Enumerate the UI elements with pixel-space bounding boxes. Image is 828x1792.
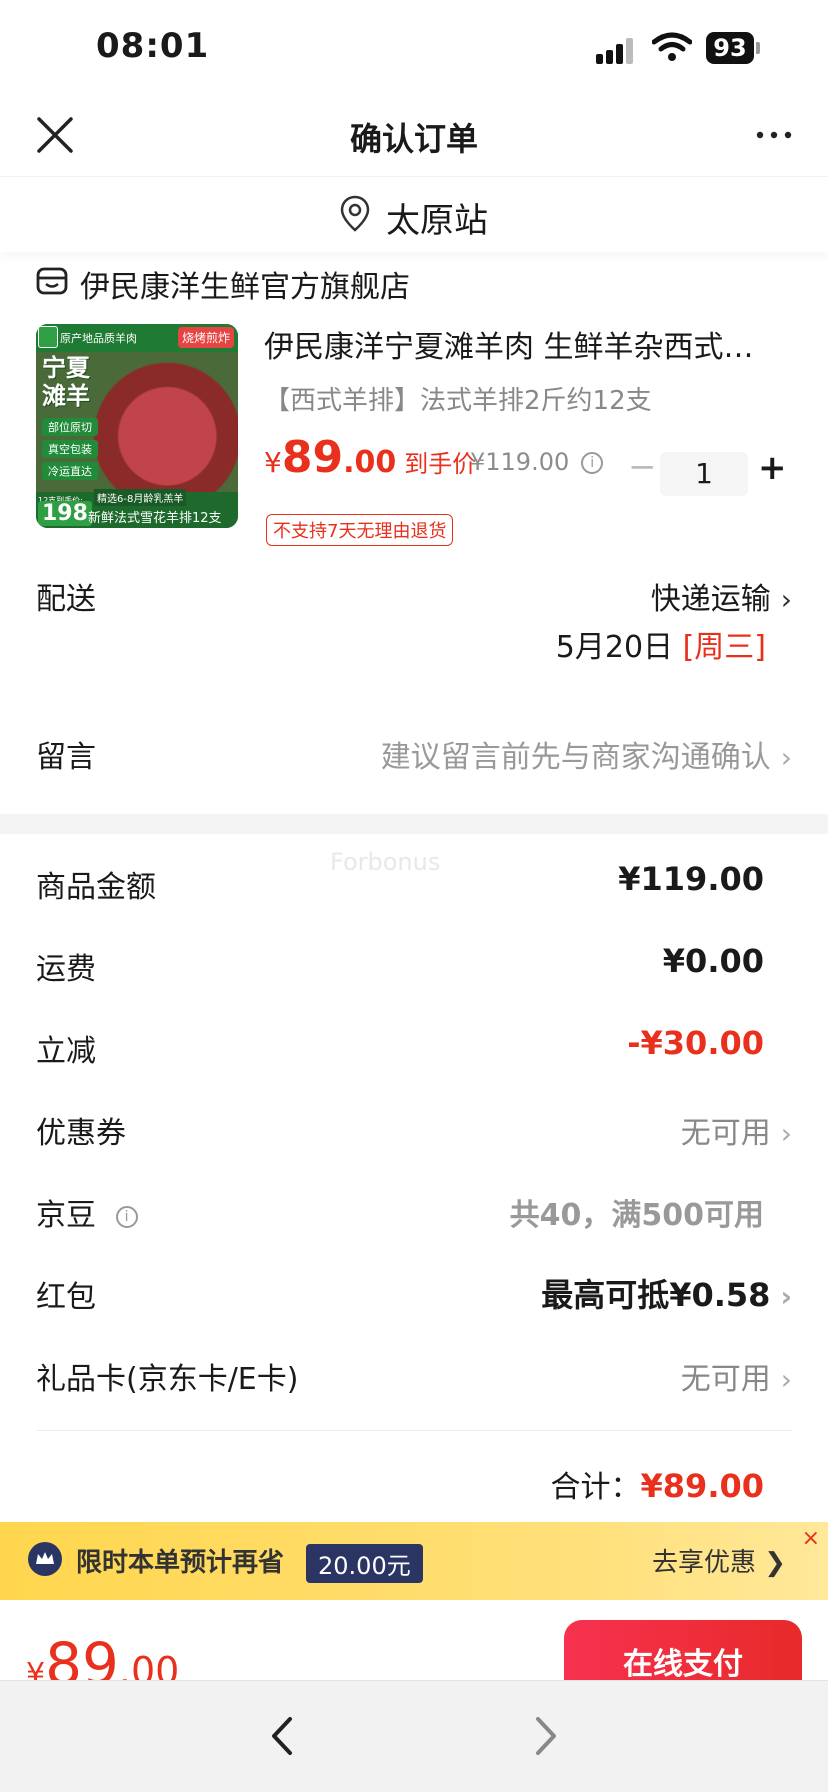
section-divider: [0, 814, 828, 834]
message-label: 留言: [36, 740, 96, 775]
image-chip: 部位原切: [42, 418, 98, 436]
coupon-label: 优惠券: [36, 1116, 126, 1151]
redpack-label: 红包: [36, 1280, 96, 1315]
total-amount: ¥89.00: [640, 1467, 764, 1505]
status-time: 08:01: [96, 26, 210, 66]
delivery-date[interactable]: 5月20日 [周三]: [556, 622, 766, 666]
back-arrow-icon[interactable]: [262, 1711, 302, 1761]
forward-arrow-icon[interactable]: [526, 1711, 566, 1761]
chevron-right-icon: ›: [780, 1363, 792, 1396]
crown-icon: [28, 1542, 62, 1576]
price-label: 到手价: [404, 450, 477, 478]
browser-toolbar: [0, 1680, 828, 1792]
discount-label: 立减: [36, 1034, 96, 1069]
giftcard-label: 礼品卡(京东卡/E卡): [36, 1362, 299, 1397]
chevron-right-icon: ›: [780, 1280, 792, 1313]
total-row: 合计：¥89.00: [550, 1467, 764, 1505]
jingdou-label: 京豆 i: [36, 1190, 138, 1234]
delivery-method[interactable]: 快递运输 ›: [651, 574, 792, 618]
image-bbq-tag: 烧烤煎炸: [177, 327, 234, 348]
shop-icon: [36, 267, 68, 295]
image-chip: 真空包装: [42, 440, 98, 458]
quantity-input[interactable]: 1: [660, 452, 748, 496]
freight-value: ¥0.00: [662, 942, 764, 980]
product-spec[interactable]: 【西式羊排】法式羊排2斤约12支: [264, 380, 652, 417]
goods-amount-value: ¥119.00: [618, 860, 764, 898]
goods-amount-label: 商品金额: [36, 870, 156, 905]
status-bar: 08:01 93: [0, 0, 828, 96]
wifi-icon: [652, 32, 692, 61]
message-input[interactable]: 建议留言前先与商家沟通确认 ›: [381, 732, 792, 776]
more-icon[interactable]: [754, 120, 794, 150]
battery-icon: 93: [706, 32, 760, 64]
product-price: ¥89.00 到手价: [264, 432, 477, 483]
image-selected-text: 精选6-8月龄乳羔羊: [94, 489, 187, 506]
address-bar[interactable]: 太原站: [0, 176, 828, 252]
promo-action-link[interactable]: 去享优惠 ❯: [652, 1542, 786, 1579]
watermark: Forbonus: [330, 848, 441, 876]
freight-label: 运费: [36, 952, 96, 987]
info-icon[interactable]: i: [115, 1205, 138, 1228]
shop-name: 伊民康洋生鲜官方旗舰店: [80, 270, 410, 305]
chevron-right-icon: ›: [780, 1117, 792, 1150]
brand-logo: [38, 326, 58, 348]
divider: [36, 1430, 792, 1431]
address-name: 太原站: [386, 201, 488, 241]
cellular-signal-icon: [596, 36, 644, 64]
chevron-right-icon: ›: [780, 583, 792, 616]
close-icon[interactable]: ×: [802, 1526, 820, 1551]
coupon-row[interactable]: 无可用 ›: [681, 1108, 792, 1152]
nav-bar: 确认订单: [0, 96, 828, 176]
product-title[interactable]: 伊民康洋宁夏滩羊肉 生鲜羊杂西式…: [264, 322, 774, 366]
quantity-minus-button[interactable]: −: [628, 450, 657, 484]
promo-banner[interactable]: 限时本单预计再省 20.00元 去享优惠 ❯ ×: [0, 1522, 828, 1600]
redpack-row[interactable]: 最高可抵¥0.58 ›: [541, 1270, 792, 1316]
image-headline: 宁夏滩羊: [42, 354, 90, 410]
image-origin-text: 原产地品质羊肉: [60, 332, 137, 345]
jingdou-value: 共40，满500可用: [509, 1198, 764, 1233]
image-desc: 新鲜法式雪花羊排12支: [88, 511, 222, 526]
image-chip: 冷运直达: [42, 462, 98, 480]
chevron-right-icon: ›: [780, 741, 792, 774]
delivery-label: 配送: [36, 582, 96, 617]
giftcard-row[interactable]: 无可用 ›: [681, 1354, 792, 1398]
original-price: ¥119.00 i: [470, 448, 604, 476]
page-title: 确认订单: [349, 120, 478, 158]
promo-text: 限时本单预计再省: [76, 1548, 285, 1578]
image-price: 198: [38, 501, 92, 526]
discount-value: -¥30.00: [627, 1024, 764, 1062]
location-pin-icon: [340, 195, 370, 232]
info-icon[interactable]: i: [581, 452, 604, 474]
quantity-plus-button[interactable]: +: [758, 448, 787, 488]
promo-amount: 20.00元: [306, 1544, 423, 1583]
no-return-badge: 不支持7天无理由退货: [266, 514, 454, 546]
product-image[interactable]: 原产地品质羊肉 烧烤煎炸 宁夏滩羊 部位原切 真空包装 冷运直达 12支到手价:…: [36, 324, 238, 528]
